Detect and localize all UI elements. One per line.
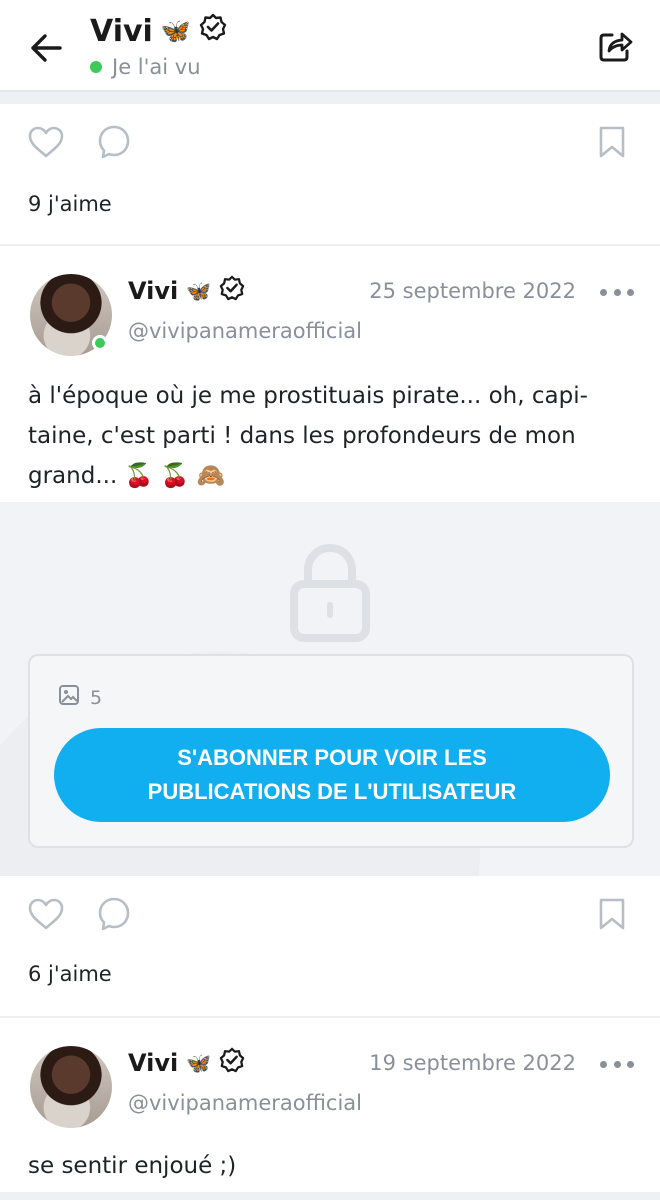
comment-bubble-icon[interactable] [92,892,136,936]
profile-name[interactable]: Vivi 🦋 [90,13,227,49]
post-author-name[interactable]: Vivi 🦋 [128,275,245,307]
subscribe-button[interactable]: S'ABONNER POUR VOIR LES PUBLICATIONS DE … [54,728,610,822]
post-author-handle[interactable]: @vivipanameraofficial [128,1091,362,1115]
more-options-icon[interactable] [600,282,634,302]
post-date: 25 septembre 2022 [369,279,576,303]
media-count: 5 [58,684,102,711]
share-icon[interactable] [594,24,638,68]
back-arrow-icon[interactable] [26,28,66,68]
post-footer: 6 j'aime [0,876,660,1016]
locked-media: 5 S'ABONNER POUR VOIR LES PUBLICATIONS D… [0,502,660,876]
post-date: 19 septembre 2022 [369,1051,576,1075]
author-name-text: Vivi [128,277,179,305]
like-heart-icon[interactable] [24,120,68,164]
bookmark-icon[interactable] [590,120,634,164]
online-dot-icon [92,335,108,351]
top-bar: Vivi 🦋 Je l'ai vu [0,0,660,92]
post-author-name[interactable]: Vivi 🦋 [128,1047,245,1079]
online-dot-icon [90,61,102,73]
butterfly-emoji: 🦋 [186,1051,212,1075]
post-text: à l'époque où je me prostituais pirate..… [28,383,588,489]
author-name-text: Vivi [128,1049,179,1077]
post-actions [0,892,660,952]
more-options-icon[interactable] [600,1054,634,1074]
avatar[interactable] [30,1046,112,1128]
media-count-value: 5 [90,686,103,709]
bookmark-icon[interactable] [590,892,634,936]
profile-name-text: Vivi [90,13,153,49]
likes-count[interactable]: 6 j'aime [28,962,112,986]
post-card: Vivi 🦋 @vivipanameraofficial 19 septembr… [0,1018,660,1192]
seen-status: Je l'ai vu [90,55,201,79]
post-author-handle[interactable]: @vivipanameraofficial [128,319,362,343]
post-text: se sentir enjoué ;) [28,1153,237,1179]
like-heart-icon[interactable] [24,892,68,936]
lock-icon [288,542,372,642]
post-card: Vivi 🦋 @vivipanameraofficial 25 septembr… [0,246,660,502]
verified-badge-icon [219,1047,245,1079]
profile-feed-page: Vivi 🦋 Je l'ai vu 9 j'aime Vivi 🦋 @vivip… [0,0,660,1200]
butterfly-emoji: 🦋 [160,17,191,45]
butterfly-emoji: 🦋 [186,279,212,303]
post-actions [0,120,660,180]
seen-status-text: Je l'ai vu [112,55,201,79]
likes-count[interactable]: 9 j'aime [28,192,112,216]
image-icon [58,684,80,711]
verified-badge-icon [199,13,227,49]
post-card: 9 j'aime [0,104,660,244]
verified-badge-icon [219,275,245,307]
subscribe-box: 5 S'ABONNER POUR VOIR LES PUBLICATIONS D… [28,654,634,848]
comment-bubble-icon[interactable] [92,120,136,164]
